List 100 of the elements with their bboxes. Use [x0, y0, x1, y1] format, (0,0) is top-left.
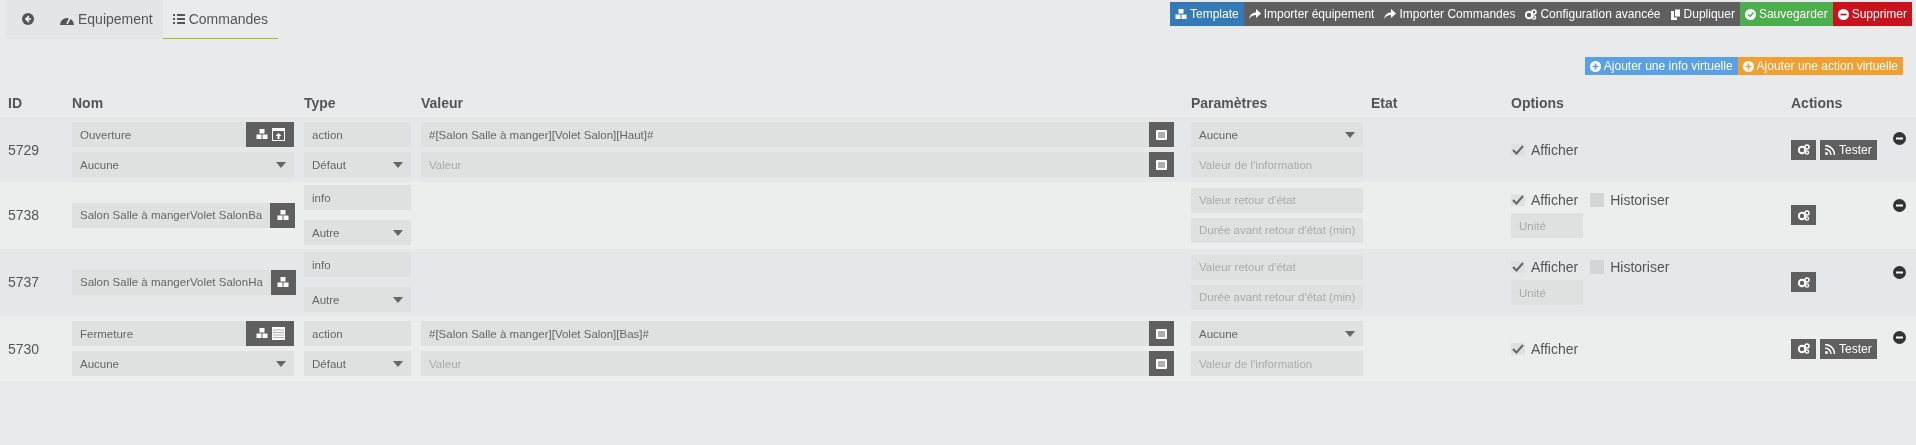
- plus-circle-icon: [1742, 60, 1754, 72]
- parameter-select[interactable]: Aucune: [1191, 321, 1363, 346]
- toolbar-button[interactable]: Sauvegarder: [1739, 2, 1833, 26]
- cubes-icon: [255, 129, 268, 140]
- toolbar-button[interactable]: Importer équipement: [1243, 2, 1380, 26]
- check-icon: [1511, 143, 1525, 156]
- checkbox[interactable]: Afficher: [1511, 259, 1579, 275]
- checkbox[interactable]: Afficher: [1511, 192, 1579, 208]
- share-icon: [1248, 9, 1261, 19]
- name-field[interactable]: Ouverture: [72, 122, 246, 147]
- remove-icon[interactable]: [1893, 199, 1906, 212]
- name-field[interactable]: Salon Salle à mangerVolet SalonBa: [72, 202, 271, 228]
- checkbox[interactable]: Historiser: [1590, 192, 1670, 208]
- plus-circle-icon: [1589, 60, 1601, 72]
- gears-icon: [1797, 343, 1810, 354]
- check-circle-icon: [1744, 8, 1756, 20]
- subtype-select[interactable]: Défaut: [304, 152, 411, 177]
- toolbar-button[interactable]: Template: [1169, 2, 1244, 26]
- gears-icon: [1797, 144, 1810, 155]
- settings-button[interactable]: [1791, 272, 1816, 292]
- back-icon: [22, 13, 34, 25]
- id-text: 5729: [8, 141, 41, 158]
- caret-icon: [1345, 330, 1355, 337]
- caret-icon: [393, 360, 403, 367]
- column-header: Valeur: [421, 94, 465, 113]
- rss-icon: [1825, 343, 1835, 354]
- gears-icon: [1525, 8, 1538, 20]
- checkbox-label: Afficher: [1531, 340, 1579, 357]
- toolbar-button[interactable]: Dupliquer: [1665, 2, 1740, 26]
- remove-icon[interactable]: [1893, 331, 1906, 344]
- widget-button[interactable]: [270, 202, 296, 228]
- settings-button[interactable]: [1791, 139, 1816, 160]
- id-text: 5730: [8, 340, 41, 357]
- checkbox[interactable]: Historiser: [1590, 259, 1670, 275]
- column-header: Nom: [72, 94, 105, 113]
- type-field: info: [304, 185, 411, 210]
- subtype-select[interactable]: Autre: [304, 220, 411, 245]
- rss-icon: [1825, 144, 1835, 155]
- checkbox-label: Afficher: [1531, 141, 1579, 158]
- generic-type-select[interactable]: Aucune: [72, 152, 294, 177]
- id-text: 5738: [8, 207, 41, 223]
- toolbar-button[interactable]: Importer Commandes: [1379, 2, 1521, 26]
- shutter-up-icon: [271, 128, 285, 141]
- value-field[interactable]: #[Salon Salle à manger][Volet Salon][Bas]#: [421, 321, 1149, 346]
- list-button[interactable]: [1149, 321, 1174, 346]
- cubes-icon: [255, 328, 268, 339]
- caret-icon: [276, 161, 286, 168]
- list-icon: [1156, 159, 1167, 170]
- column-header: Actions: [1791, 94, 1844, 113]
- name-field[interactable]: Salon Salle à mangerVolet SalonHa: [72, 269, 271, 295]
- settings-button[interactable]: [1791, 338, 1816, 359]
- minus-circle-icon: [1837, 8, 1849, 20]
- checkbox-label: Afficher: [1531, 259, 1579, 275]
- add-button[interactable]: Ajouter une info virtuelle: [1584, 57, 1738, 75]
- widget-button[interactable]: [270, 269, 296, 295]
- checkbox[interactable]: Afficher: [1511, 340, 1791, 357]
- test-button[interactable]: Tester: [1820, 139, 1877, 160]
- toolbar-button[interactable]: Supprimer: [1832, 2, 1912, 26]
- id-text: 5737: [8, 274, 41, 290]
- checkbox-label: Afficher: [1531, 192, 1579, 208]
- parameter-select[interactable]: Aucune: [1191, 122, 1363, 147]
- list-button[interactable]: [1149, 122, 1174, 147]
- subtype-select[interactable]: Autre: [304, 287, 411, 312]
- type-field: action: [304, 122, 411, 147]
- subtype-select[interactable]: Défaut: [304, 351, 411, 376]
- widget-button[interactable]: [246, 321, 294, 346]
- list-icon: [1156, 129, 1167, 140]
- caret-icon: [393, 296, 403, 303]
- widget-button[interactable]: [246, 122, 294, 147]
- list-button[interactable]: [1149, 152, 1174, 177]
- settings-button[interactable]: [1791, 205, 1816, 225]
- list-button[interactable]: [1149, 351, 1174, 376]
- type-field: info: [304, 252, 411, 277]
- toolbar-button[interactable]: Configuration avancée: [1520, 2, 1666, 26]
- name-field[interactable]: Fermeture: [72, 321, 246, 346]
- column-header: Etat: [1371, 94, 1399, 113]
- value-field[interactable]: #[Salon Salle à manger][Volet Salon][Haut]#: [421, 122, 1149, 147]
- column-header: ID: [8, 94, 23, 113]
- cubes-icon: [276, 209, 289, 221]
- checkbox-label: Historiser: [1610, 192, 1670, 208]
- remove-icon[interactable]: [1893, 266, 1906, 279]
- copy-icon: [1670, 8, 1681, 20]
- column-header: Paramètres: [1191, 94, 1269, 113]
- cubes-icon: [1174, 8, 1187, 20]
- check-icon: [1511, 342, 1525, 355]
- caret-icon: [393, 161, 403, 168]
- generic-type-select[interactable]: Aucune: [72, 351, 294, 376]
- tab[interactable]: Commandes: [162, 0, 279, 39]
- caret-icon: [393, 229, 403, 236]
- column-header: Type: [304, 94, 337, 113]
- gears-icon: [1797, 209, 1810, 221]
- check-icon: [1511, 261, 1525, 273]
- list-icon: [172, 14, 185, 24]
- check-icon: [1511, 194, 1525, 206]
- test-button[interactable]: Tester: [1820, 338, 1877, 359]
- caret-icon: [1345, 131, 1355, 138]
- cubes-icon: [277, 276, 290, 288]
- type-field: action: [304, 321, 411, 346]
- remove-icon[interactable]: [1893, 132, 1906, 145]
- checkbox[interactable]: Afficher: [1511, 141, 1791, 158]
